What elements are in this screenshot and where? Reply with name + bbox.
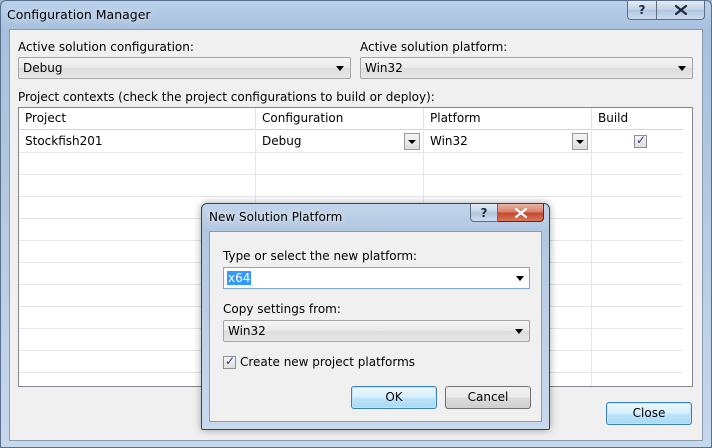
build-checkbox[interactable]: [634, 133, 647, 148]
cell-configuration-dropdown[interactable]: Debug: [256, 131, 424, 153]
create-project-platforms-checkbox[interactable]: [223, 354, 236, 369]
chevron-down-icon[interactable]: [404, 133, 420, 150]
cell-build: [592, 131, 683, 153]
copy-settings-value: Win32: [228, 324, 266, 338]
help-button[interactable]: ?: [627, 1, 657, 20]
chevron-down-icon[interactable]: [572, 133, 588, 150]
project-contexts-label: Project contexts (check the project conf…: [18, 90, 435, 104]
active-platform-label: Active solution platform:: [360, 40, 508, 54]
cell-configuration-value: Debug: [262, 134, 302, 148]
close-window-button[interactable]: [657, 1, 705, 20]
cell-project: Stockfish201: [19, 131, 256, 153]
active-config-value: Debug: [23, 61, 63, 75]
chevron-down-icon: [515, 329, 523, 334]
caption-buttons: ?: [627, 1, 705, 21]
create-project-platforms-label[interactable]: Create new project platforms: [240, 355, 415, 369]
active-config-dropdown[interactable]: Debug: [18, 57, 351, 79]
active-platform-dropdown[interactable]: Win32: [360, 57, 693, 79]
cell-platform-dropdown[interactable]: Win32: [424, 131, 592, 153]
column-header-platform[interactable]: Platform: [424, 108, 592, 130]
empty-row: [19, 153, 683, 175]
active-platform-value: Win32: [365, 61, 403, 75]
title-bar: Configuration Manager ?: [1, 1, 711, 29]
copy-settings-dropdown[interactable]: Win32: [223, 320, 530, 342]
grid-header: Project Configuration Platform Build: [19, 108, 683, 130]
dialog-title: New Solution Platform: [209, 210, 343, 224]
column-header-project[interactable]: Project: [19, 108, 256, 130]
dialog-client-area: Type or select the new platform: x64 Cop…: [209, 231, 542, 422]
copy-settings-label: Copy settings from:: [223, 302, 341, 316]
dialog-help-button[interactable]: ?: [470, 204, 498, 222]
window-title: Configuration Manager: [7, 7, 151, 22]
close-button[interactable]: Close: [606, 402, 692, 425]
new-platform-combobox[interactable]: x64: [223, 267, 530, 289]
chevron-down-icon[interactable]: [516, 276, 524, 281]
cancel-button[interactable]: Cancel: [445, 386, 531, 409]
chevron-down-icon: [678, 66, 686, 71]
new-solution-platform-dialog: New Solution Platform ? Type or select t…: [201, 203, 550, 430]
column-header-configuration[interactable]: Configuration: [256, 108, 424, 130]
new-platform-value: x64: [227, 271, 252, 285]
close-icon: [514, 207, 527, 218]
active-config-label: Active solution configuration:: [18, 40, 194, 54]
column-header-build[interactable]: Build: [592, 108, 683, 130]
dialog-caption-buttons: ?: [470, 204, 544, 222]
empty-row: [19, 175, 683, 197]
cell-platform-value: Win32: [430, 134, 468, 148]
dialog-close-button[interactable]: [498, 204, 544, 222]
table-row[interactable]: Stockfish201 Debug Win32: [19, 131, 683, 153]
close-icon: [674, 5, 687, 15]
help-icon: ?: [638, 3, 646, 17]
new-platform-label: Type or select the new platform:: [223, 249, 418, 263]
chevron-down-icon: [336, 66, 344, 71]
ok-button[interactable]: OK: [351, 386, 437, 409]
help-icon: ?: [480, 205, 488, 220]
